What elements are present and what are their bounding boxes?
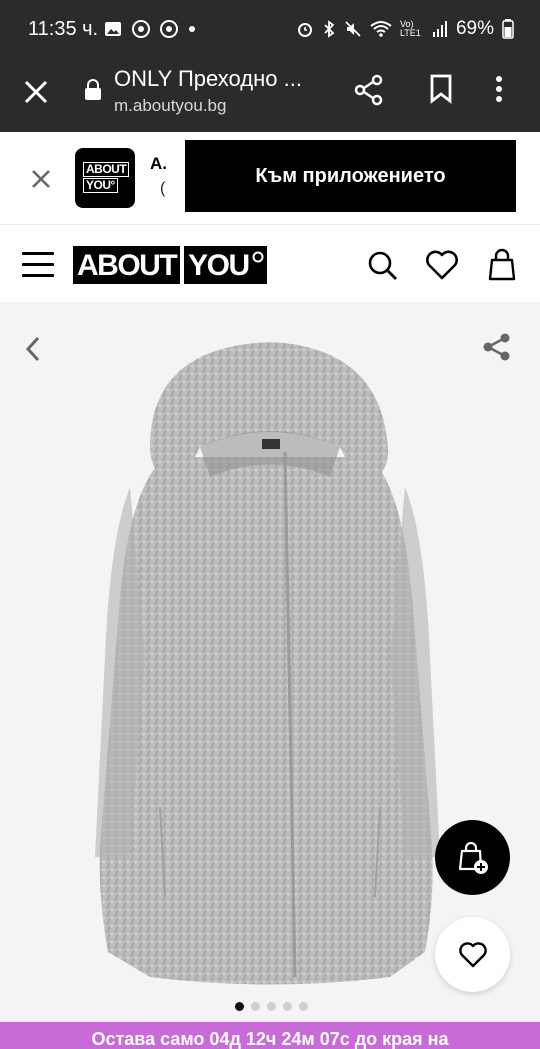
promo-countdown-bar[interactable]: Остава само 04д 12ч 24м 07с до края на: [0, 1022, 540, 1049]
more-menu-icon[interactable]: [494, 74, 504, 104]
gallery-icon: [105, 22, 121, 36]
app-subtitle: (: [160, 180, 166, 197]
product-image[interactable]: [90, 337, 450, 987]
carousel-dots: [235, 1002, 308, 1011]
dot-icon: [189, 26, 195, 32]
carousel-dot-2[interactable]: [251, 1002, 260, 1011]
share-icon[interactable]: [354, 74, 384, 106]
app-logo-line-2: YOU°: [83, 178, 118, 193]
share-product-icon[interactable]: [482, 332, 512, 362]
open-app-button[interactable]: Към приложението: [185, 140, 516, 212]
promo-text: Остава само 04д 12ч 24м 07с до края на: [91, 1029, 449, 1049]
logo-word-about: ABOUT: [73, 246, 181, 284]
chrome-icon: [132, 20, 150, 38]
menu-icon[interactable]: [22, 252, 54, 278]
add-to-bag-button[interactable]: [435, 820, 510, 895]
network-label: Vo) LTE1: [399, 19, 421, 38]
app-logo: ABOUT YOU°: [75, 148, 135, 208]
page-title[interactable]: ONLY Преходно ...: [114, 66, 302, 92]
wifi-icon: [370, 21, 392, 37]
status-bar: 11:35 ч. Vo) LTE1 69%: [0, 0, 540, 60]
app-install-banner: ABOUT YOU° A. ( Към приложението: [0, 132, 540, 225]
site-header: ABOUT YOU: [0, 226, 540, 302]
close-tab-icon[interactable]: [22, 78, 50, 106]
browser-url-bar: ONLY Преходно ... m.aboutyou.bg: [0, 60, 540, 132]
bookmark-icon[interactable]: [429, 74, 453, 104]
carousel-dot-3[interactable]: [267, 1002, 276, 1011]
battery-icon: [502, 19, 514, 39]
shopping-bag-icon[interactable]: [487, 248, 517, 282]
url-domain[interactable]: m.aboutyou.bg: [114, 96, 226, 116]
app-logo-line-1: ABOUT: [83, 162, 130, 177]
search-icon[interactable]: [367, 250, 399, 282]
alarm-icon: [297, 23, 312, 37]
product-gallery[interactable]: [0, 302, 540, 1022]
bluetooth-icon: [324, 20, 335, 38]
add-to-wishlist-button[interactable]: [435, 917, 510, 992]
mute-icon: [345, 21, 361, 37]
carousel-dot-5[interactable]: [299, 1002, 308, 1011]
battery-percent: 69%: [455, 18, 494, 39]
wishlist-icon[interactable]: [425, 250, 459, 280]
close-banner-icon[interactable]: [30, 168, 52, 190]
app-name: A.: [150, 154, 167, 173]
status-time: 11:35 ч.: [28, 18, 99, 40]
about-you-logo[interactable]: ABOUT YOU: [73, 246, 267, 284]
chrome-icon-2: [160, 20, 178, 38]
heart-icon: [458, 941, 487, 967]
bag-plus-icon: [458, 841, 488, 874]
signal-icon: [432, 21, 447, 37]
carousel-dot-1[interactable]: [235, 1002, 244, 1011]
logo-circle-icon: [252, 251, 264, 263]
logo-word-you: YOU: [188, 249, 250, 282]
chevron-left-icon[interactable]: [22, 334, 44, 364]
lock-icon[interactable]: [84, 79, 102, 101]
carousel-dot-4[interactable]: [283, 1002, 292, 1011]
